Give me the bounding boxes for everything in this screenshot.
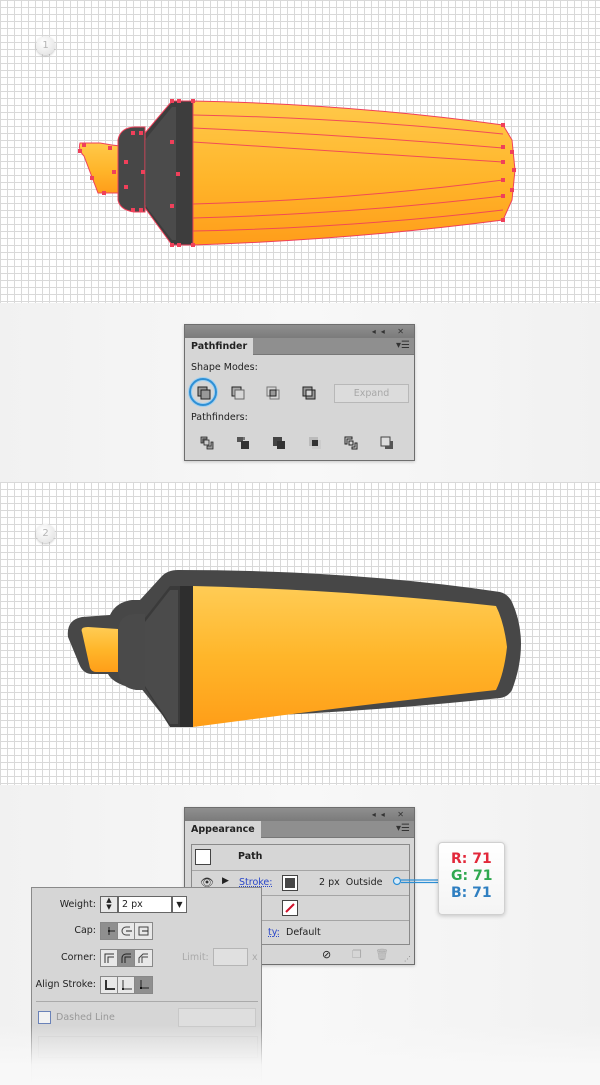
minus-front-icon[interactable] — [230, 385, 246, 401]
collapse-icon[interactable]: ◂◂ — [372, 327, 390, 336]
minus-back-icon[interactable] — [379, 435, 395, 451]
shape-modes-label: Shape Modes: — [191, 362, 258, 373]
divider — [36, 1001, 258, 1002]
marker-wireframe — [78, 99, 516, 247]
weight-dropdown-icon[interactable]: ▼ — [172, 896, 187, 913]
bevel-join-button[interactable] — [135, 950, 152, 966]
marker-body — [192, 100, 516, 246]
stroke-panel: Weight: ▲ ▼ 2 px ▼ Cap: Corner: Limit: x … — [31, 887, 262, 1085]
align-stroke-button-group — [100, 976, 153, 994]
path-label: Path — [238, 851, 263, 862]
close-icon[interactable]: ✕ — [397, 327, 409, 336]
stroke-swatch[interactable] — [282, 875, 298, 891]
limit-suffix: x — [252, 952, 258, 963]
tab-row: Pathfinder ▾☰ — [185, 338, 414, 356]
expand-triangle-icon[interactable]: ▶ — [222, 876, 229, 886]
exclude-icon[interactable] — [301, 385, 317, 401]
marker-body — [193, 586, 507, 727]
marker-outlined — [67, 570, 522, 727]
marker-collar — [117, 126, 146, 213]
tooltip-connector — [392, 876, 439, 886]
divide-icon[interactable] — [199, 435, 215, 451]
miter-join-button[interactable] — [101, 950, 118, 966]
unite-icon[interactable] — [196, 385, 212, 401]
outline-icon[interactable] — [343, 435, 359, 451]
tab-appearance[interactable]: Appearance — [185, 821, 261, 839]
round-join-button[interactable] — [118, 950, 135, 966]
marker-collar — [118, 614, 145, 690]
merge-icon[interactable] — [271, 435, 287, 451]
dash-gap-fields[interactable] — [38, 1036, 258, 1058]
weight-stepper[interactable]: ▲ ▼ — [100, 896, 118, 913]
path-thumbnail — [195, 849, 211, 865]
marker-tip — [79, 142, 121, 194]
blue-value: B: 71 — [451, 885, 492, 901]
green-value: G: 71 — [451, 868, 493, 884]
collapse-icon[interactable]: ◂◂ — [372, 810, 390, 819]
opacity-value: Default — [286, 927, 321, 938]
cap-label: Cap: — [74, 925, 96, 936]
intersect-icon[interactable] — [265, 385, 281, 401]
expand-button[interactable]: Expand — [334, 384, 409, 403]
align-center-button[interactable] — [101, 977, 118, 993]
projecting-cap-button[interactable] — [135, 923, 152, 939]
panel-titlebar[interactable]: ◂◂ ✕ — [185, 325, 414, 338]
fill-none-swatch[interactable] — [282, 900, 298, 916]
clear-appearance-icon[interactable]: ⊘ — [322, 948, 331, 961]
marker-cap-neck — [144, 100, 194, 246]
duplicate-item-icon[interactable]: ❐ — [352, 948, 362, 961]
tab-pathfinder[interactable]: Pathfinder — [185, 338, 254, 356]
pathfinder-panel: ◂◂ ✕ Pathfinder ▾☰ Shape Modes: Expand P… — [184, 324, 415, 461]
round-cap-button[interactable] — [118, 923, 135, 939]
stroke-value: 2 px Outside — [319, 877, 383, 888]
limit-input[interactable] — [213, 948, 248, 966]
weight-input[interactable]: 2 px — [118, 896, 172, 913]
align-outside-button[interactable] — [135, 977, 152, 993]
tab-row: Appearance ▾☰ — [185, 821, 414, 839]
panel-menu-icon[interactable]: ▾☰ — [396, 340, 410, 351]
dashed-line-label: Dashed Line — [56, 1012, 115, 1023]
butt-cap-button[interactable] — [101, 923, 118, 939]
panel-menu-icon[interactable]: ▾☰ — [396, 823, 410, 834]
panel-titlebar[interactable]: ◂◂ ✕ — [185, 808, 414, 821]
rgb-tooltip: R: 71 G: 71 B: 71 — [438, 842, 505, 915]
corner-label: Corner: — [61, 952, 96, 963]
resize-grip-icon[interactable]: ⋰ — [404, 955, 411, 963]
trim-icon[interactable] — [235, 435, 251, 451]
align-stroke-label: Align Stroke: — [35, 979, 96, 990]
path-row[interactable]: Path — [192, 845, 409, 871]
close-icon[interactable]: ✕ — [397, 810, 409, 819]
crop-icon[interactable] — [307, 435, 323, 451]
opacity-link[interactable]: ty: — [268, 927, 280, 938]
align-inside-button[interactable] — [118, 977, 135, 993]
red-value: R: 71 — [451, 851, 492, 867]
dash-alignment-buttons[interactable] — [178, 1008, 256, 1027]
cap-button-group — [100, 922, 153, 940]
corner-button-group — [100, 949, 153, 967]
dashed-line-checkbox[interactable] — [38, 1011, 51, 1024]
limit-label: Limit: — [182, 952, 209, 963]
pathfinders-label: Pathfinders: — [191, 412, 248, 423]
weight-label: Weight: — [59, 899, 96, 910]
delete-item-icon[interactable]: 🗑 — [375, 948, 389, 961]
